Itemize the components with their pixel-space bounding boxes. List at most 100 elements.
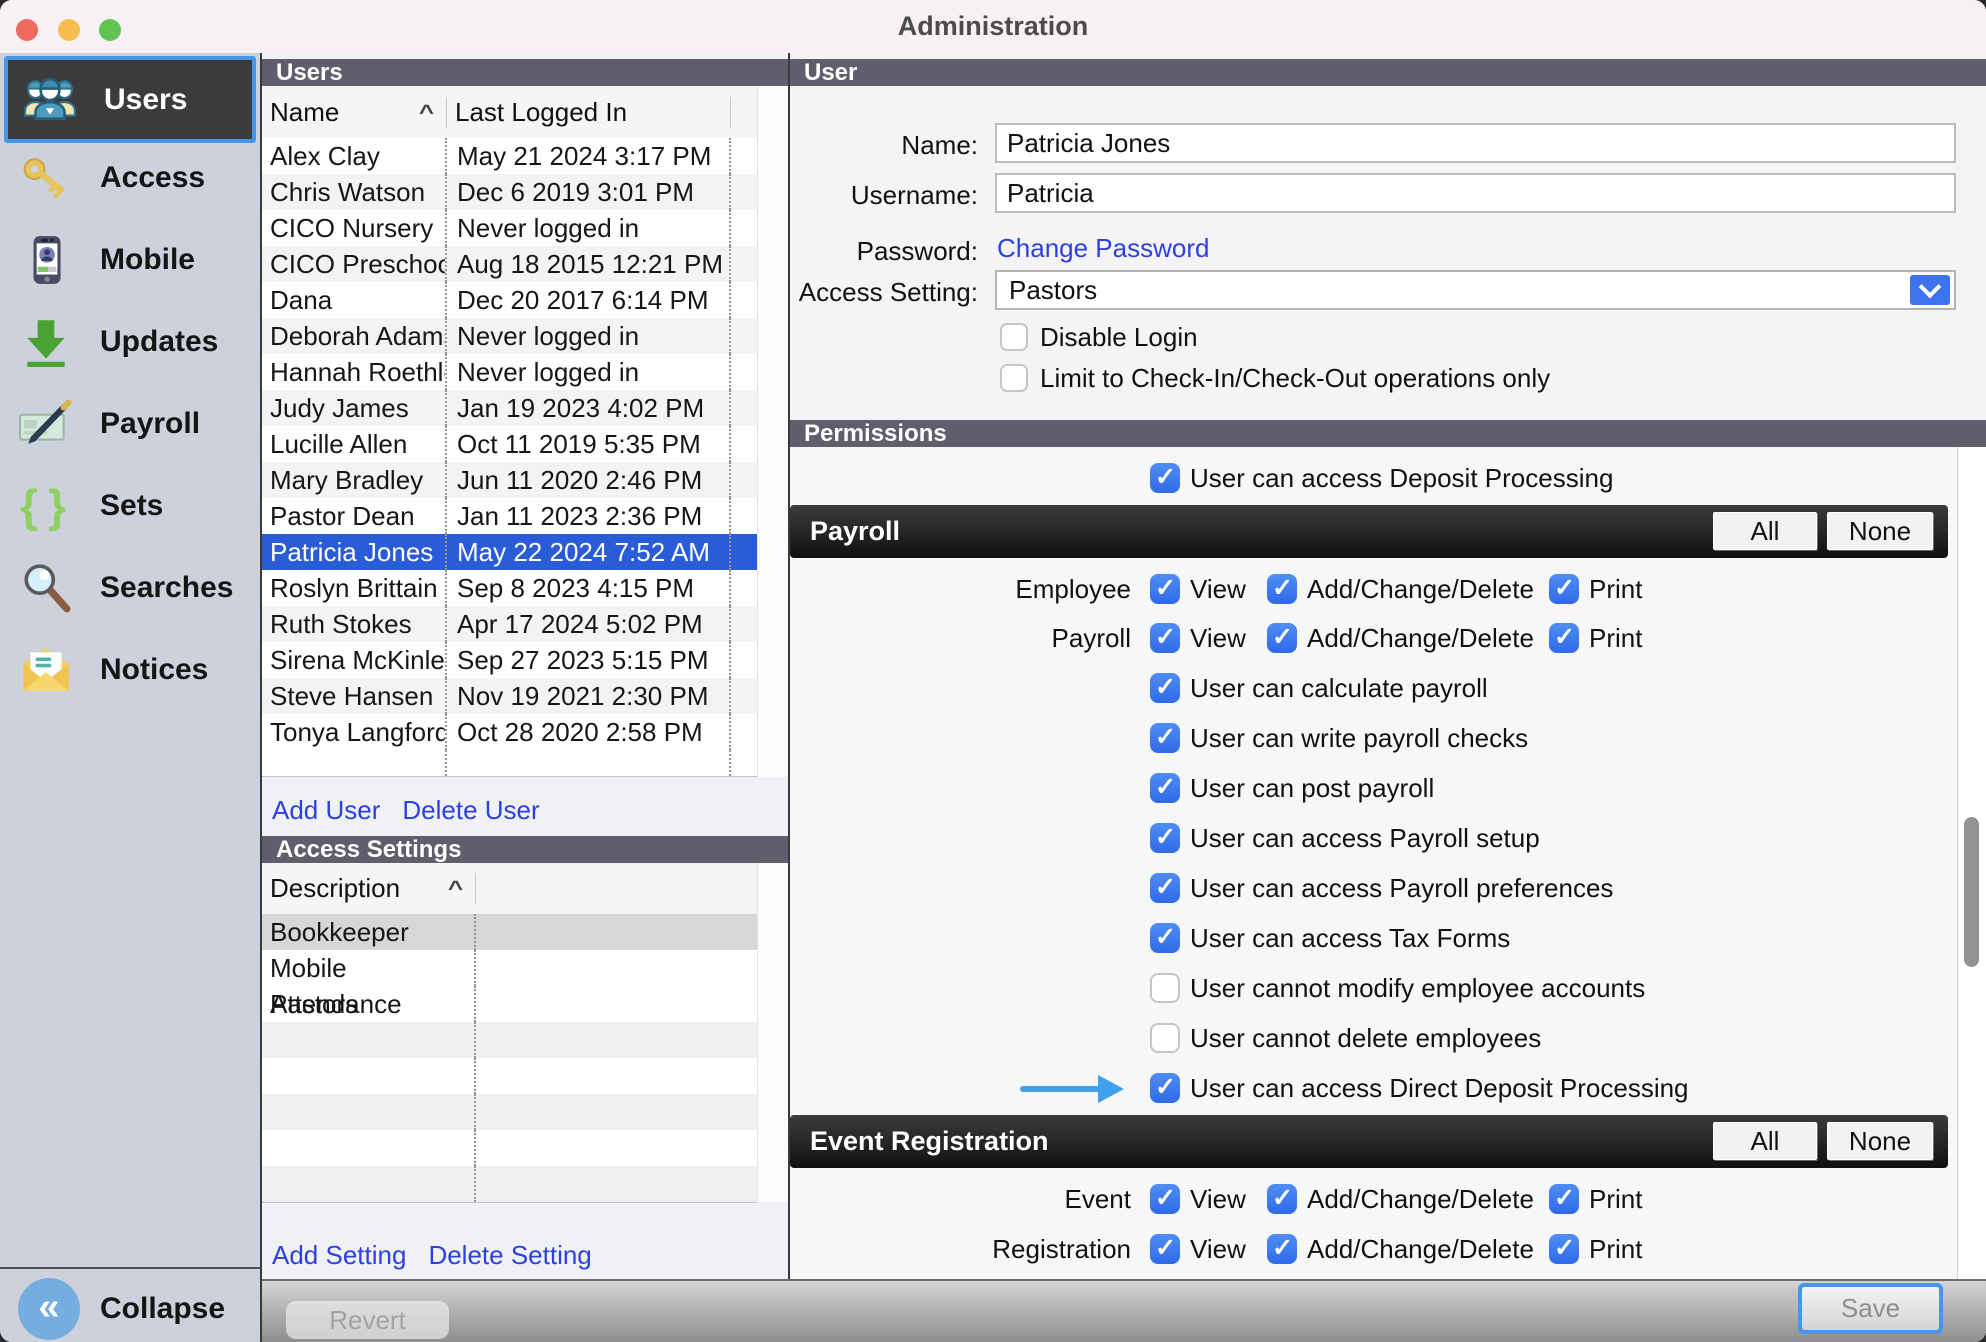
table-row[interactable]: Pastor DeanJan 11 2023 2:36 PM (262, 498, 757, 534)
limit-checkin-label: Limit to Check-In/Check-Out operations o… (1040, 358, 1550, 398)
table-row[interactable]: Lucille AllenOct 11 2019 5:35 PM (262, 426, 757, 462)
sidebar-item-access[interactable]: Access (0, 150, 260, 206)
list-item[interactable] (262, 1022, 757, 1058)
name-field[interactable] (995, 123, 1956, 163)
list-item[interactable]: Pastors (262, 986, 757, 1022)
table-row[interactable]: Alex ClayMay 21 2024 3:17 PM (262, 138, 757, 174)
access-settings-table-header: Description^ (262, 863, 757, 915)
payroll-all-button[interactable]: All (1713, 512, 1817, 550)
table-row[interactable]: Roslyn BrittainSep 8 2023 4:15 PM (262, 570, 757, 606)
envelope-icon (18, 642, 74, 698)
permission-option-row: User can access Tax Forms (790, 918, 1958, 958)
cannot-delete-employees-checkbox[interactable] (1150, 1023, 1180, 1053)
access-setting-dropdown[interactable]: Pastors (995, 270, 1956, 310)
permission-option-row: User can access Payroll preferences (790, 868, 1958, 908)
table-row[interactable]: Steve HansenNov 19 2021 2:30 PM (262, 678, 757, 714)
list-item[interactable] (262, 1094, 757, 1130)
event-registration-none-button[interactable]: None (1827, 1122, 1933, 1160)
list-item[interactable]: Bookkeeper (262, 914, 757, 950)
payroll-view-checkbox[interactable] (1150, 623, 1180, 653)
list-item[interactable] (262, 1058, 757, 1094)
users-table: Alex ClayMay 21 2024 3:17 PM Chris Watso… (262, 138, 757, 750)
table-row-selected[interactable]: Patricia JonesMay 22 2024 7:52 AM (262, 534, 757, 570)
payroll-none-button[interactable]: None (1827, 512, 1933, 550)
table-row[interactable]: Judy JamesJan 19 2023 4:02 PM (262, 390, 757, 426)
limit-checkin-checkbox[interactable] (1000, 364, 1028, 392)
tax-forms-checkbox[interactable] (1150, 923, 1180, 953)
save-button[interactable]: Save (1802, 1287, 1939, 1330)
curly-braces-icon: { } (18, 478, 74, 534)
change-password-link[interactable]: Change Password (997, 233, 1209, 264)
disable-login-checkbox[interactable] (1000, 323, 1028, 351)
scrollbar-thumb[interactable] (1964, 817, 1979, 967)
table-row[interactable]: DanaDec 20 2017 6:14 PM (262, 282, 757, 318)
save-button-highlight: Save (1798, 1283, 1943, 1334)
registration-view-checkbox[interactable] (1150, 1234, 1180, 1264)
sidebar-item-label: Users (104, 83, 187, 117)
event-registration-section-bar: Event Registration All None (790, 1115, 1948, 1168)
username-field[interactable] (995, 173, 1956, 213)
users-table-scrollbar[interactable] (757, 86, 788, 777)
direct-deposit-option-row: User can access Direct Deposit Processin… (790, 1068, 1958, 1108)
table-row[interactable]: CICO PreschoolAug 18 2015 12:21 PM (262, 246, 757, 282)
sidebar-item-updates[interactable]: Updates (0, 314, 260, 370)
payroll-acd-checkbox[interactable] (1267, 623, 1297, 653)
add-setting-link[interactable]: Add Setting (272, 1240, 406, 1271)
deposit-processing-checkbox[interactable] (1150, 463, 1180, 493)
table-row[interactable]: Sirena McKinleySep 27 2023 5:15 PM (262, 642, 757, 678)
sort-asc-icon: ^ (448, 876, 463, 901)
employee-print-checkbox[interactable] (1549, 574, 1579, 604)
table-row[interactable]: Mary BradleyJun 11 2020 2:46 PM (262, 462, 757, 498)
key-icon (18, 150, 74, 206)
calculate-payroll-checkbox[interactable] (1150, 673, 1180, 703)
event-view-checkbox[interactable] (1150, 1184, 1180, 1214)
sidebar-item-users[interactable]: Users (4, 56, 256, 143)
disable-login-label: Disable Login (1040, 317, 1198, 357)
table-row[interactable]: Tonya LangfordOct 28 2020 2:58 PM (262, 714, 757, 750)
titlebar: Administration (0, 0, 1986, 54)
description-column-header[interactable]: Description^ (262, 873, 476, 904)
list-item[interactable] (262, 1166, 757, 1202)
list-item[interactable]: Mobile Attendance (262, 950, 757, 986)
registration-print-checkbox[interactable] (1549, 1234, 1579, 1264)
cannot-modify-employee-accounts-checkbox[interactable] (1150, 973, 1180, 1003)
collapse-label[interactable]: Collapse (100, 1292, 225, 1326)
payroll-preferences-checkbox[interactable] (1150, 873, 1180, 903)
direct-deposit-checkbox[interactable] (1150, 1073, 1180, 1103)
mobile-phone-icon (18, 232, 74, 288)
registration-acd-checkbox[interactable] (1267, 1234, 1297, 1264)
event-print-checkbox[interactable] (1549, 1184, 1579, 1214)
collapse-button[interactable]: « (18, 1278, 80, 1340)
table-row[interactable]: Chris WatsonDec 6 2019 3:01 PM (262, 174, 757, 210)
name-column-header[interactable]: Name^ (262, 97, 447, 128)
sidebar-item-sets[interactable]: { } Sets (0, 478, 260, 534)
table-row[interactable]: Ruth StokesApr 17 2024 5:02 PM (262, 606, 757, 642)
sidebar-item-notices[interactable]: Notices (0, 642, 260, 698)
table-row[interactable]: Hannah RoethleNever logged in (262, 354, 757, 390)
list-item[interactable] (262, 1130, 757, 1166)
access-settings-scrollbar[interactable] (757, 863, 788, 1202)
table-row[interactable]: Deborah AdamsNever logged in (262, 318, 757, 354)
event-registration-all-button[interactable]: All (1713, 1122, 1817, 1160)
employee-view-checkbox[interactable] (1150, 574, 1180, 604)
revert-button[interactable]: Revert (286, 1301, 449, 1339)
write-payroll-checks-checkbox[interactable] (1150, 723, 1180, 753)
chevron-down-icon[interactable] (1910, 275, 1950, 305)
registration-permission-row: Registration View Add/Change/Delete Prin… (790, 1229, 1958, 1269)
last-logged-in-column-header[interactable]: Last Logged In (447, 97, 731, 128)
add-user-link[interactable]: Add User (272, 795, 380, 826)
delete-user-link[interactable]: Delete User (402, 795, 539, 826)
payroll-setup-checkbox[interactable] (1150, 823, 1180, 853)
post-payroll-checkbox[interactable] (1150, 773, 1180, 803)
employee-acd-checkbox[interactable] (1267, 574, 1297, 604)
sidebar-item-mobile[interactable]: Mobile (0, 232, 260, 288)
payroll-print-checkbox[interactable] (1549, 623, 1579, 653)
sidebar-item-payroll[interactable]: Payroll (0, 396, 260, 452)
event-acd-checkbox[interactable] (1267, 1184, 1297, 1214)
delete-setting-link[interactable]: Delete Setting (428, 1240, 591, 1271)
name-field-label: Name: (790, 130, 978, 161)
table-row[interactable]: CICO NurseryNever logged in (262, 210, 757, 246)
deposit-processing-row: User can access Deposit Processing (790, 458, 1958, 498)
sidebar-item-label: Access (100, 161, 205, 195)
sidebar-item-searches[interactable]: Searches (0, 560, 260, 616)
